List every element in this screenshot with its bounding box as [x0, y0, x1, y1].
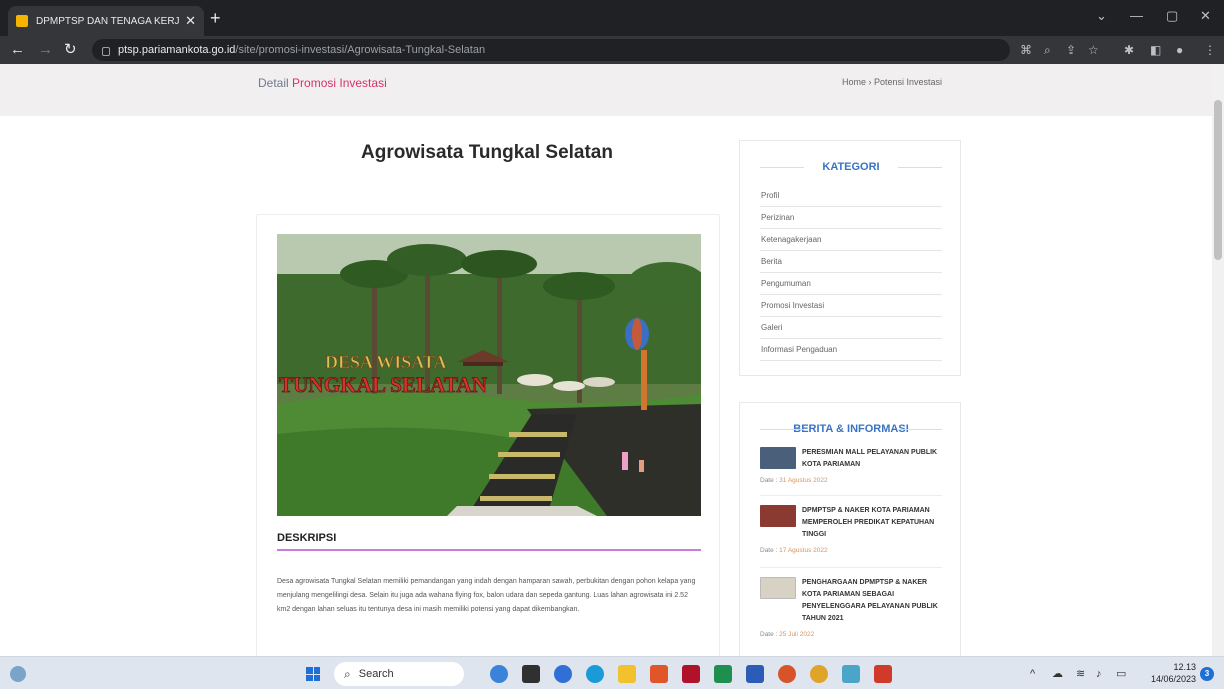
- app-icon-teal[interactable]: [842, 665, 860, 683]
- translate-icon[interactable]: ⌘: [1020, 42, 1032, 58]
- article-title: Agrowisata Tungkal Selatan: [361, 142, 613, 163]
- tab-search-icon[interactable]: ⌄: [1096, 8, 1107, 24]
- news-thumbnail[interactable]: [760, 505, 796, 527]
- page-header-title: Detail Promosi Investasi: [258, 76, 387, 90]
- browser-menu-icon[interactable]: ⋮: [1204, 42, 1216, 58]
- news-separator: [760, 495, 942, 496]
- article-card: DESA WISATA TUNGKAL SELATAN DESKRIPSI De…: [256, 214, 720, 656]
- share-icon[interactable]: ⇪: [1066, 42, 1076, 58]
- bookmark-star-icon[interactable]: ☆: [1088, 42, 1099, 58]
- app-icon-1[interactable]: [490, 665, 508, 683]
- news-separator: [760, 567, 942, 568]
- page-viewport: Detail Promosi Investasi Home › Potensi …: [0, 64, 1212, 656]
- kategori-item-berita[interactable]: Berita: [760, 251, 942, 273]
- svg-text:TUNGKAL SELATAN: TUNGKAL SELATAN: [279, 372, 487, 397]
- news-date: Date : 17 Agustus 2022: [760, 547, 828, 554]
- taskbar-clock[interactable]: 12.13 14/06/2023: [1138, 661, 1196, 685]
- windows-taskbar: ⌕ Search ^ ☁ ≋ ♪ ▭ 12.13 14/06/2023 3: [0, 656, 1224, 689]
- profile-avatar-icon[interactable]: ●: [1176, 42, 1183, 58]
- battery-icon[interactable]: ▭: [1116, 667, 1126, 681]
- weather-widget-icon[interactable]: [10, 666, 26, 682]
- news-date: Date : 31 Agustus 2022: [760, 477, 828, 484]
- chat-icon[interactable]: [554, 665, 572, 683]
- news-headline[interactable]: PERESMIAN MALL PELAYANAN PUBLIK KOTA PAR…: [802, 447, 942, 471]
- news-date: Date : 25 Juli 2022: [760, 631, 815, 638]
- onedrive-cloud-icon[interactable]: ☁: [1052, 667, 1063, 681]
- url-text: ptsp.pariamankota.go.id/site/promosi-inv…: [118, 44, 486, 56]
- new-tab-button[interactable]: +: [210, 8, 221, 28]
- page-scrollbar-thumb[interactable]: [1214, 100, 1222, 260]
- news-thumbnail[interactable]: [760, 447, 796, 469]
- kategori-title: KATEGORI: [760, 161, 942, 173]
- minimize-icon[interactable]: —: [1130, 8, 1143, 24]
- kategori-item-perizinan[interactable]: Perizinan: [760, 207, 942, 229]
- browser-tab-bar: DPMPTSP DAN TENAGA KERJA K ✕ + ⌄ — ▢ ✕: [0, 0, 1224, 36]
- description-heading: DESKRIPSI: [277, 532, 337, 544]
- restore-icon[interactable]: ▢: [1166, 8, 1178, 24]
- description-text: Desa agrowisata Tungkal Selatan memiliki…: [277, 578, 696, 613]
- browser-toolbar: ← → ↻ ptsp.pariamankota.go.id/site/promo…: [0, 36, 1224, 64]
- brave-browser-icon[interactable]: [650, 665, 668, 683]
- kategori-widget: KATEGORI Profil Perizinan Ketenagakerjaa…: [739, 140, 961, 376]
- agrowisata-photo-illustration: DESA WISATA TUNGKAL SELATAN: [277, 234, 701, 516]
- wifi-icon[interactable]: ≋: [1076, 667, 1085, 681]
- side-panel-icon[interactable]: ◧: [1150, 42, 1161, 58]
- tab-title: DPMPTSP DAN TENAGA KERJA K: [36, 15, 180, 27]
- kategori-item-ketenagakerjaan[interactable]: Ketenagakerjaan: [760, 229, 942, 251]
- notification-badge[interactable]: 3: [1200, 667, 1214, 681]
- app-icon-red[interactable]: [682, 665, 700, 683]
- volume-icon[interactable]: ♪: [1096, 667, 1102, 681]
- svg-text:DESA WISATA: DESA WISATA: [325, 352, 447, 372]
- reload-icon[interactable]: ↻: [64, 41, 77, 59]
- task-view-icon[interactable]: [522, 665, 540, 683]
- news-headline[interactable]: DPMPTSP & NAKER KOTA PARIAMAN MEMPEROLEH…: [802, 505, 942, 541]
- kategori-item-profil[interactable]: Profil: [760, 185, 942, 207]
- kategori-list: Profil Perizinan Ketenagakerjaan Berita …: [760, 185, 942, 361]
- close-tab-icon[interactable]: ✕: [185, 13, 196, 29]
- kategori-item-pengumuman[interactable]: Pengumuman: [760, 273, 942, 295]
- berita-title: BERITA & INFORMASI: [760, 423, 942, 435]
- excel-icon[interactable]: [714, 665, 732, 683]
- chrome-icon[interactable]: [810, 665, 828, 683]
- word-icon[interactable]: [746, 665, 764, 683]
- lock-icon: [102, 46, 110, 56]
- browser-tab[interactable]: DPMPTSP DAN TENAGA KERJA K ✕: [8, 6, 204, 36]
- tray-chevron-up-icon[interactable]: ^: [1030, 667, 1035, 681]
- taskbar-search[interactable]: ⌕ Search: [334, 662, 464, 686]
- forward-arrow-icon[interactable]: →: [38, 41, 53, 59]
- page-header: Detail Promosi Investasi Home › Potensi …: [0, 64, 1212, 116]
- address-bar[interactable]: ptsp.pariamankota.go.id/site/promosi-inv…: [92, 39, 1010, 61]
- breadcrumb[interactable]: Home › Potensi Investasi: [842, 77, 942, 87]
- edge-browser-icon[interactable]: [586, 665, 604, 683]
- description-divider: [277, 549, 701, 551]
- back-arrow-icon[interactable]: ←: [10, 41, 25, 59]
- kategori-item-promosi-investasi[interactable]: Promosi Investasi: [760, 295, 942, 317]
- app-icon-red-2[interactable]: [874, 665, 892, 683]
- news-thumbnail[interactable]: [760, 577, 796, 599]
- extensions-icon[interactable]: ✱: [1124, 42, 1134, 58]
- site-favicon-icon: [16, 15, 28, 27]
- file-explorer-icon[interactable]: [618, 665, 636, 683]
- news-headline[interactable]: PENGHARGAAN DPMPTSP & NAKER KOTA PARIAMA…: [802, 577, 942, 625]
- berita-widget: BERITA & INFORMASI PERESMIAN MALL PELAYA…: [739, 402, 961, 656]
- kategori-item-informasi-pengaduan[interactable]: Informasi Pengaduan: [760, 339, 942, 361]
- start-button[interactable]: [306, 667, 320, 681]
- app-icon-orange[interactable]: [778, 665, 796, 683]
- close-window-icon[interactable]: ✕: [1200, 8, 1211, 24]
- kategori-item-galeri[interactable]: Galeri: [760, 317, 942, 339]
- zoom-icon[interactable]: ⌕: [1044, 42, 1051, 58]
- article-photo: DESA WISATA TUNGKAL SELATAN: [277, 234, 701, 516]
- search-icon: ⌕: [344, 666, 351, 681]
